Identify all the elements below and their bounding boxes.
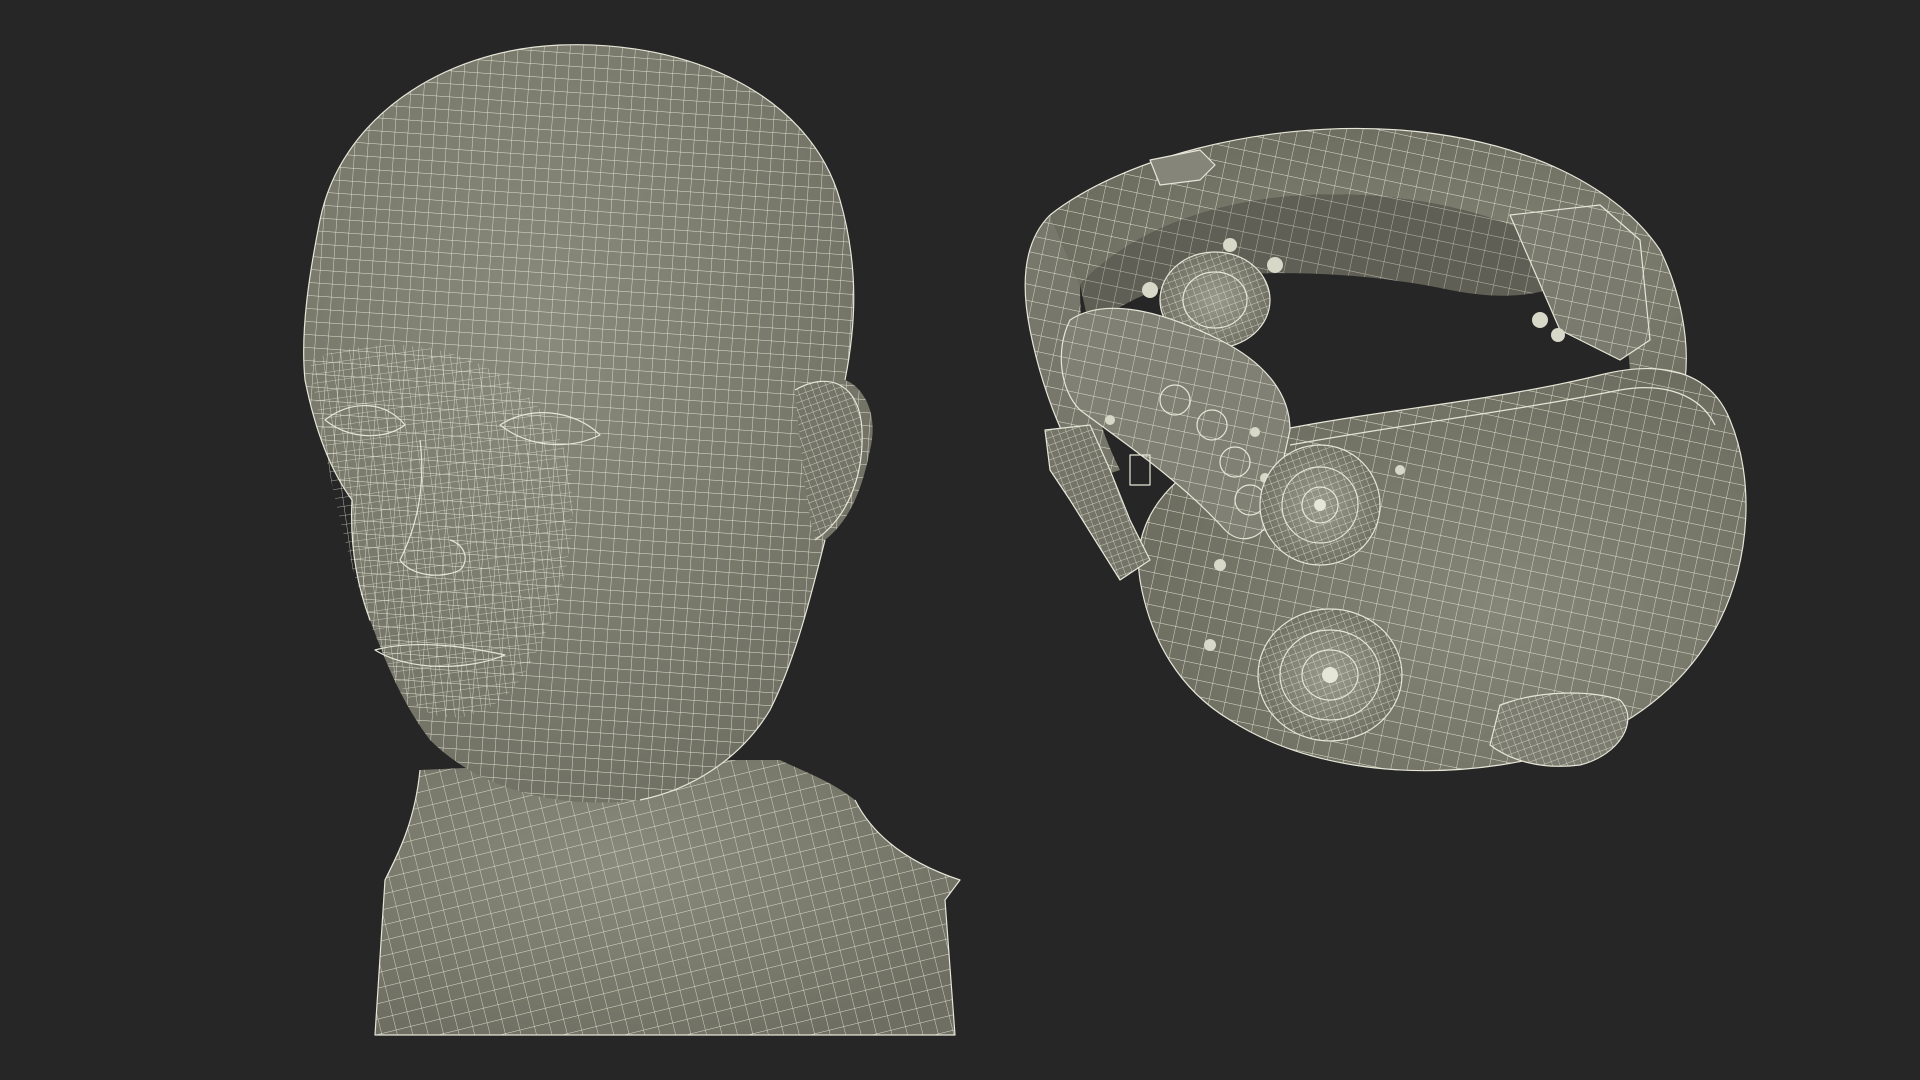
- head-wireframe-model: [303, 44, 961, 1036]
- lower-accessory: [1489, 692, 1629, 767]
- upper-side-disc: [1259, 444, 1381, 566]
- headband-device-wireframe-model: [1024, 127, 1747, 772]
- render-viewport: [303, 44, 1747, 1036]
- lower-side-disc: [1257, 608, 1403, 742]
